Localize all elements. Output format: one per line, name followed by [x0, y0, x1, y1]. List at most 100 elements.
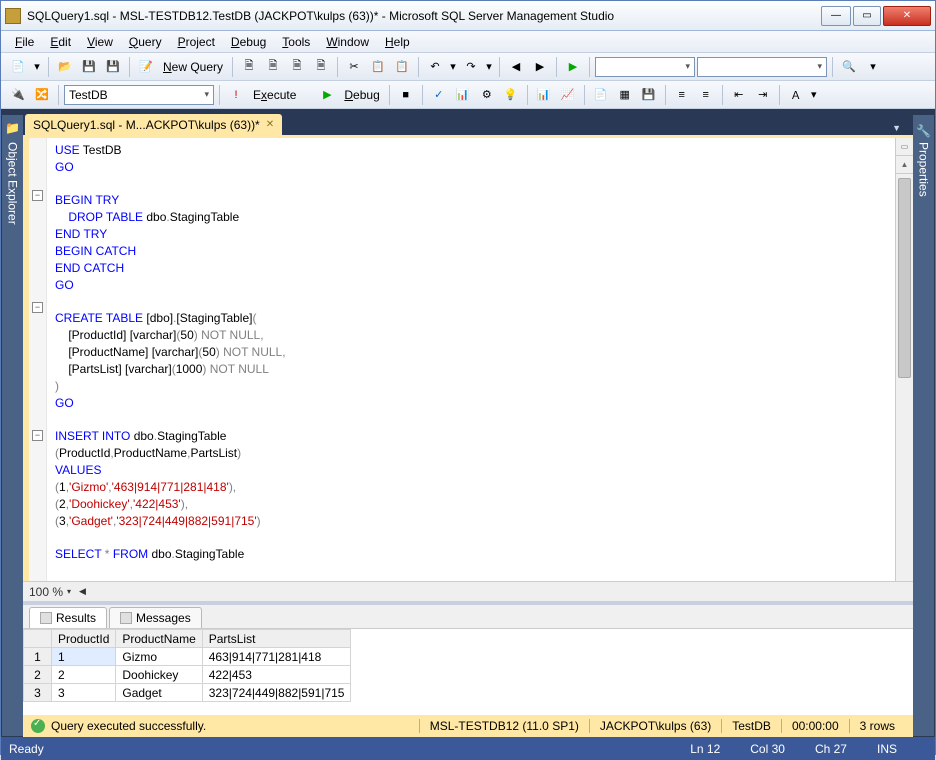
estimated-plan-button[interactable]: 📊	[452, 84, 474, 106]
document-tabs-dropdown[interactable]: ▼	[890, 121, 903, 135]
zoom-level[interactable]: 100 %	[29, 585, 63, 599]
code-text[interactable]: USE TestDB GO BEGIN TRY DROP TABLE dbo.S…	[47, 138, 895, 581]
grid-row[interactable]: 2 2 Doohickey 422|453	[24, 666, 351, 684]
grid-row[interactable]: 1 1 Gizmo 463|914|771|281|418	[24, 648, 351, 666]
start-button[interactable]: ▶	[562, 56, 584, 78]
actual-plan-button[interactable]: 📊	[533, 84, 555, 106]
menu-window[interactable]: Window	[318, 33, 377, 51]
execute-button[interactable]: Execute	[249, 88, 300, 102]
new-query-icon[interactable]: 📝	[135, 56, 157, 78]
split-box[interactable]: ▭	[896, 138, 913, 156]
find-button[interactable]: 🔍	[838, 56, 860, 78]
results-grid-button[interactable]: ▦	[614, 84, 636, 106]
client-stats-button[interactable]: 📈	[557, 84, 579, 106]
options-button[interactable]: ▾	[862, 56, 884, 78]
menu-edit[interactable]: Edit	[42, 33, 79, 51]
col-header-productname[interactable]: ProductName	[116, 630, 202, 648]
maximize-button[interactable]: ▭	[853, 6, 881, 26]
col-header-productid[interactable]: ProductId	[52, 630, 116, 648]
specify-values-button[interactable]: Ａ	[785, 84, 807, 106]
menu-file[interactable]: File	[7, 33, 42, 51]
cell[interactable]: 3	[52, 684, 116, 702]
document-close-icon[interactable]: ✕	[266, 119, 274, 130]
results-file-button[interactable]: 💾	[638, 84, 660, 106]
copy-button[interactable]: 📋	[367, 56, 389, 78]
object-explorer-tab[interactable]: 📁 Object Explorer	[1, 114, 23, 737]
open-file-button[interactable]: 📂	[54, 56, 76, 78]
vertical-scrollbar[interactable]: ▭ ▲	[895, 138, 913, 581]
cell[interactable]: Gadget	[116, 684, 202, 702]
save-all-button[interactable]: 💾	[102, 56, 124, 78]
fold-toggle[interactable]: −	[32, 430, 43, 441]
database-combo[interactable]: TestDB	[64, 85, 214, 105]
row-number[interactable]: 1	[24, 648, 52, 666]
cell[interactable]: 422|453	[202, 666, 351, 684]
cell[interactable]: 463|914|771|281|418	[202, 648, 351, 666]
new-query-button[interactable]: New Query	[159, 60, 227, 74]
cell[interactable]: Gizmo	[116, 648, 202, 666]
results-text-button[interactable]: 📄	[590, 84, 612, 106]
messages-tab[interactable]: Messages	[109, 607, 202, 628]
fold-toggle[interactable]: −	[32, 190, 43, 201]
dmx-query-button[interactable]: 🗎	[286, 56, 308, 78]
save-button[interactable]: 💾	[78, 56, 100, 78]
undo-button[interactable]: ↶	[424, 56, 446, 78]
results-grid[interactable]: ProductId ProductName PartsList 1 1 Gizm…	[23, 629, 913, 715]
menu-project[interactable]: Project	[170, 33, 223, 51]
cell[interactable]: Doohickey	[116, 666, 202, 684]
row-number[interactable]: 3	[24, 684, 52, 702]
close-button[interactable]: ✕	[883, 6, 931, 26]
menu-tools[interactable]: Tools	[274, 33, 318, 51]
solution-platform-combo[interactable]	[697, 57, 827, 77]
execute-icon[interactable]: !	[225, 84, 247, 106]
cut-button[interactable]: ✂	[343, 56, 365, 78]
title-bar[interactable]: SQLQuery1.sql - MSL-TESTDB12.TestDB (JAC…	[1, 1, 935, 31]
document-tab[interactable]: SQLQuery1.sql - M...ACKPOT\kulps (63))* …	[25, 114, 282, 135]
debug-button[interactable]: Debug	[340, 88, 383, 102]
cancel-query-button[interactable]: ■	[395, 84, 417, 106]
redo-button[interactable]: ↷	[460, 56, 482, 78]
mdx-query-button[interactable]: 🗎	[262, 56, 284, 78]
zoom-dropdown-icon[interactable]: ▾	[67, 587, 71, 596]
h-scroll-left[interactable]: ◀	[79, 586, 86, 597]
parse-button[interactable]: ✓	[428, 84, 450, 106]
de-query-button[interactable]: 🗎	[238, 56, 260, 78]
menu-help[interactable]: Help	[377, 33, 418, 51]
uncomment-button[interactable]: ≡	[695, 84, 717, 106]
change-connection-button[interactable]: 🔀	[31, 84, 53, 106]
debug-icon[interactable]: ▶	[316, 84, 338, 106]
results-tab[interactable]: Results	[29, 607, 107, 628]
menu-debug[interactable]: Debug	[223, 33, 274, 51]
code-editor[interactable]: − − − USE TestDB GO BEGIN TRY DROP TABLE…	[23, 138, 913, 581]
undo-dropdown[interactable]: ▾	[448, 56, 458, 78]
grid-corner[interactable]	[24, 630, 52, 648]
cell[interactable]: 1	[52, 648, 116, 666]
row-number[interactable]: 2	[24, 666, 52, 684]
menu-query[interactable]: Query	[121, 33, 170, 51]
grid-row[interactable]: 3 3 Gadget 323|724|449|882|591|715	[24, 684, 351, 702]
nav-fwd-button[interactable]: ▶	[529, 56, 551, 78]
cell[interactable]: 2	[52, 666, 116, 684]
solution-config-combo[interactable]	[595, 57, 695, 77]
template-dropdown[interactable]: ▾	[809, 84, 819, 106]
new-project-button[interactable]: 📄	[7, 56, 29, 78]
redo-dropdown[interactable]: ▾	[484, 56, 494, 78]
scroll-up[interactable]: ▲	[896, 156, 913, 174]
minimize-button[interactable]: —	[821, 6, 851, 26]
paste-button[interactable]: 📋	[391, 56, 413, 78]
intellisense-button[interactable]: 💡	[500, 84, 522, 106]
comment-button[interactable]: ≡	[671, 84, 693, 106]
query-options-button[interactable]: ⚙	[476, 84, 498, 106]
code-gutter[interactable]: − − −	[29, 138, 47, 581]
increase-indent-button[interactable]: ⇥	[752, 84, 774, 106]
connect-button[interactable]: 🔌	[7, 84, 29, 106]
properties-tab[interactable]: 🔧 Properties	[913, 114, 935, 737]
fold-toggle[interactable]: −	[32, 302, 43, 313]
scroll-thumb[interactable]	[898, 178, 911, 378]
menu-view[interactable]: View	[79, 33, 121, 51]
decrease-indent-button[interactable]: ⇤	[728, 84, 750, 106]
xmla-query-button[interactable]: 🗎	[310, 56, 332, 78]
col-header-partslist[interactable]: PartsList	[202, 630, 351, 648]
nav-back-button[interactable]: ◀	[505, 56, 527, 78]
project-dropdown[interactable]: ▾	[31, 56, 43, 78]
